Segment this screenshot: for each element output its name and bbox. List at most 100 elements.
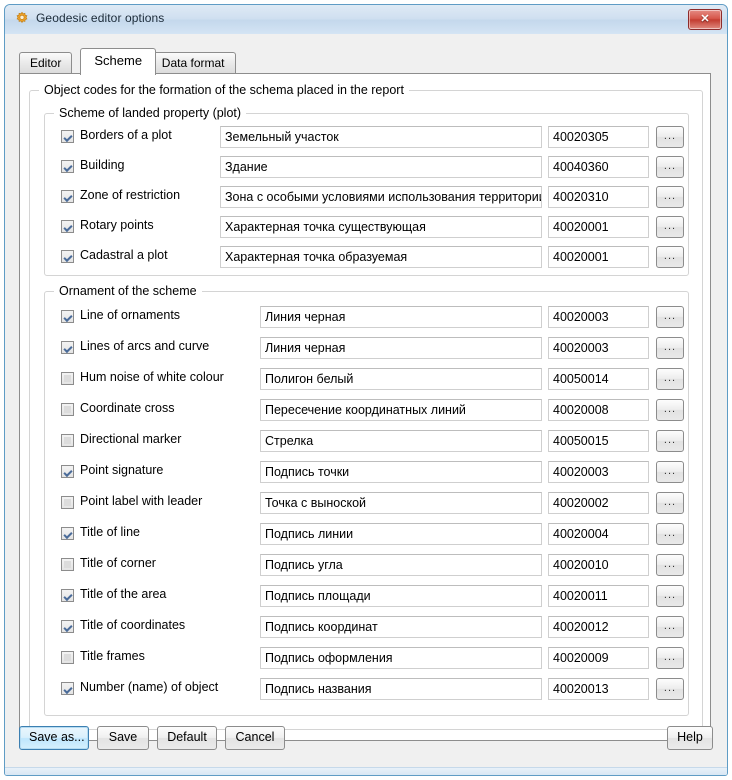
object-name-input[interactable]: Здание	[220, 156, 542, 178]
group-object-codes-legend: Object codes for the formation of the sc…	[39, 83, 409, 97]
object-name-input[interactable]: Полигон белый	[260, 368, 542, 390]
option-label: Title of corner	[80, 556, 156, 570]
group-ornament: Ornament of the scheme Line of ornaments…	[44, 284, 689, 716]
help-button[interactable]: Help	[667, 726, 713, 750]
object-code-input[interactable]: 40020003	[548, 337, 649, 359]
checkbox-point-label-with-leader[interactable]	[61, 496, 74, 509]
browse-button[interactable]: ...	[656, 647, 684, 669]
browse-button[interactable]: ...	[656, 186, 684, 208]
group-landed-property-legend: Scheme of landed property (plot)	[54, 106, 247, 120]
checkbox-hum-noise-of-white-colour[interactable]	[61, 372, 74, 385]
browse-button[interactable]: ...	[656, 156, 684, 178]
object-code-input[interactable]: 40040360	[548, 156, 649, 178]
option-row: Hum noise of white colour Полигон белый 40…	[45, 368, 688, 390]
object-name-input[interactable]: Земельный участок	[220, 126, 542, 148]
object-code-input[interactable]: 40020004	[548, 523, 649, 545]
checkbox-line-of-ornaments[interactable]	[61, 310, 74, 323]
group-object-codes: Object codes for the formation of the sc…	[29, 83, 703, 730]
object-code-input[interactable]: 40020305	[548, 126, 649, 148]
option-row: Borders of a plot Земельный участок 400203…	[45, 126, 688, 148]
option-row: Coordinate cross Пересечение координатных…	[45, 399, 688, 421]
checkbox-borders-of-a-plot[interactable]	[61, 130, 74, 143]
tab-page-scheme: Object codes for the formation of the sc…	[19, 73, 711, 741]
object-name-input[interactable]: Пересечение координатных линий	[260, 399, 542, 421]
browse-button[interactable]: ...	[656, 368, 684, 390]
object-name-input[interactable]: Подпись названия	[260, 678, 542, 700]
browse-button[interactable]: ...	[656, 616, 684, 638]
object-name-input[interactable]: Линия черная	[260, 337, 542, 359]
object-name-input[interactable]: Характерная точка образуемая	[220, 246, 542, 268]
close-icon: ✕	[700, 13, 710, 25]
checkbox-title-frames[interactable]	[61, 651, 74, 664]
checkbox-title-of-line[interactable]	[61, 527, 74, 540]
checkbox-title-of-corner[interactable]	[61, 558, 74, 571]
object-name-input[interactable]: Линия черная	[260, 306, 542, 328]
object-name-input[interactable]: Подпись площади	[260, 585, 542, 607]
browse-button[interactable]: ...	[656, 585, 684, 607]
checkbox-zone-of-restriction[interactable]	[61, 190, 74, 203]
object-code-input[interactable]: 40020002	[548, 492, 649, 514]
browse-button[interactable]: ...	[656, 523, 684, 545]
checkbox-title-of-coordinates[interactable]	[61, 620, 74, 633]
object-code-input[interactable]: 40020011	[548, 585, 649, 607]
object-name-input[interactable]: Подпись координат	[260, 616, 542, 638]
object-name-input[interactable]: Подпись угла	[260, 554, 542, 576]
object-code-input[interactable]: 40020001	[548, 216, 649, 238]
browse-button[interactable]: ...	[656, 492, 684, 514]
save-as-button[interactable]: Save as...	[19, 726, 89, 750]
browse-button[interactable]: ...	[656, 216, 684, 238]
tab-scheme[interactable]: Scheme	[80, 48, 157, 75]
checkbox-title-of-the-area[interactable]	[61, 589, 74, 602]
option-row: Title of line Подпись линии 40020004...	[45, 523, 688, 545]
object-code-input[interactable]: 40020008	[548, 399, 649, 421]
checkbox-point-signature[interactable]	[61, 465, 74, 478]
option-label: Title of the area	[80, 587, 167, 601]
browse-button[interactable]: ...	[656, 246, 684, 268]
browse-button[interactable]: ...	[656, 678, 684, 700]
option-row: Rotary points Характерная точка существую…	[45, 216, 688, 238]
object-name-input[interactable]: Характерная точка существующая	[220, 216, 542, 238]
tab-editor[interactable]: Editor	[19, 52, 73, 73]
object-code-input[interactable]: 40020001	[548, 246, 649, 268]
object-code-input[interactable]: 40020003	[548, 306, 649, 328]
object-code-input[interactable]: 40050015	[548, 430, 649, 452]
checkbox-number-name-of-object[interactable]	[61, 682, 74, 695]
object-code-input[interactable]: 40020009	[548, 647, 649, 669]
default-button[interactable]: Default	[157, 726, 217, 750]
tab-data-format[interactable]: Data format	[150, 52, 236, 73]
cancel-button[interactable]: Cancel	[225, 726, 285, 750]
option-label: Rotary points	[80, 218, 154, 232]
checkbox-directional-marker[interactable]	[61, 434, 74, 447]
window-title: Geodesic editor options	[36, 11, 165, 25]
checkbox-building[interactable]	[61, 160, 74, 173]
save-button[interactable]: Save	[97, 726, 149, 750]
browse-button[interactable]: ...	[656, 306, 684, 328]
close-button[interactable]: ✕	[688, 9, 722, 30]
object-code-input[interactable]: 40020310	[548, 186, 649, 208]
object-code-input[interactable]: 40020013	[548, 678, 649, 700]
browse-button[interactable]: ...	[656, 430, 684, 452]
object-code-input[interactable]: 40020012	[548, 616, 649, 638]
object-name-input[interactable]: Стрелка	[260, 430, 542, 452]
object-name-input[interactable]: Зона с особыми условиями использования т…	[220, 186, 542, 208]
button-bar: Save as... Save Default Cancel Help	[5, 712, 727, 775]
checkbox-lines-of-arcs-and-curve[interactable]	[61, 341, 74, 354]
option-label: Cadastral a plot	[80, 248, 168, 262]
object-name-input[interactable]: Точка с выноской	[260, 492, 542, 514]
browse-button[interactable]: ...	[656, 461, 684, 483]
object-name-input[interactable]: Подпись точки	[260, 461, 542, 483]
object-code-input[interactable]: 40020010	[548, 554, 649, 576]
checkbox-cadastral-a-plot[interactable]	[61, 250, 74, 263]
browse-button[interactable]: ...	[656, 126, 684, 148]
object-name-input[interactable]: Подпись оформления	[260, 647, 542, 669]
object-name-input[interactable]: Подпись линии	[260, 523, 542, 545]
option-label: Coordinate cross	[80, 401, 175, 415]
object-code-input[interactable]: 40020003	[548, 461, 649, 483]
browse-button[interactable]: ...	[656, 399, 684, 421]
browse-button[interactable]: ...	[656, 337, 684, 359]
checkbox-rotary-points[interactable]	[61, 220, 74, 233]
title-bar: Geodesic editor options ✕	[5, 5, 727, 35]
checkbox-coordinate-cross[interactable]	[61, 403, 74, 416]
object-code-input[interactable]: 40050014	[548, 368, 649, 390]
browse-button[interactable]: ...	[656, 554, 684, 576]
